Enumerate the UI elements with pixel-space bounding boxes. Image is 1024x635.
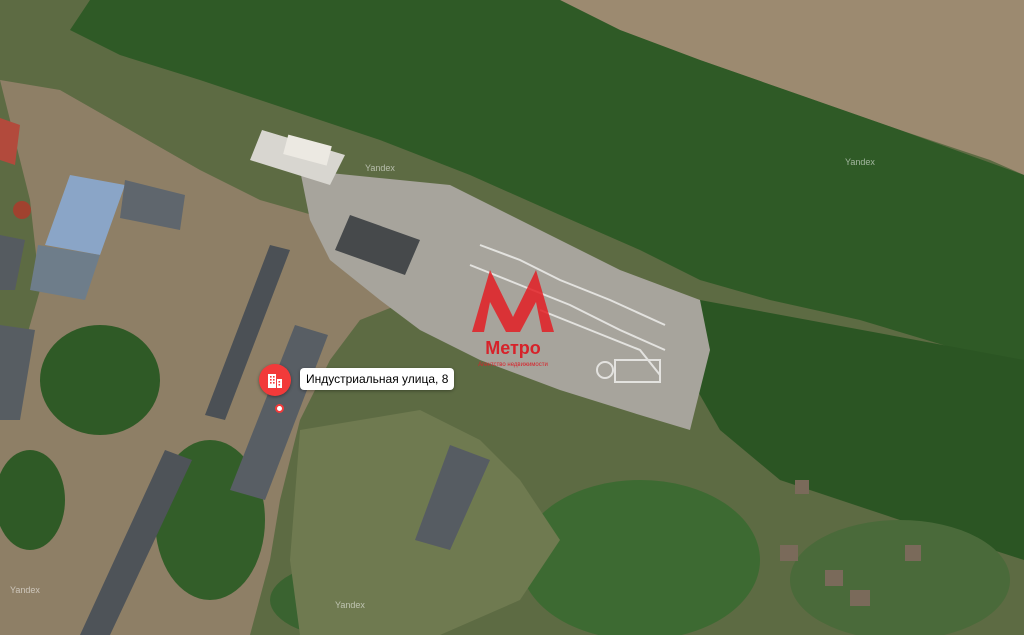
svg-text:Агентство недвижимости: Агентство недвижимости (478, 362, 548, 368)
map-watermark: Yandex (335, 600, 365, 610)
map-watermark: Yandex (10, 585, 40, 595)
building-icon (268, 374, 282, 388)
map-watermark: Yandex (845, 157, 875, 167)
map-watermark: Yandex (365, 163, 395, 173)
marker-anchor (275, 404, 284, 413)
building-marker[interactable] (259, 364, 291, 396)
svg-text:Метро: Метро (485, 338, 541, 358)
metro-logo: Метро Агентство недвижимости (472, 270, 554, 368)
address-label[interactable]: Индустриальная улица, 8 (300, 368, 455, 390)
